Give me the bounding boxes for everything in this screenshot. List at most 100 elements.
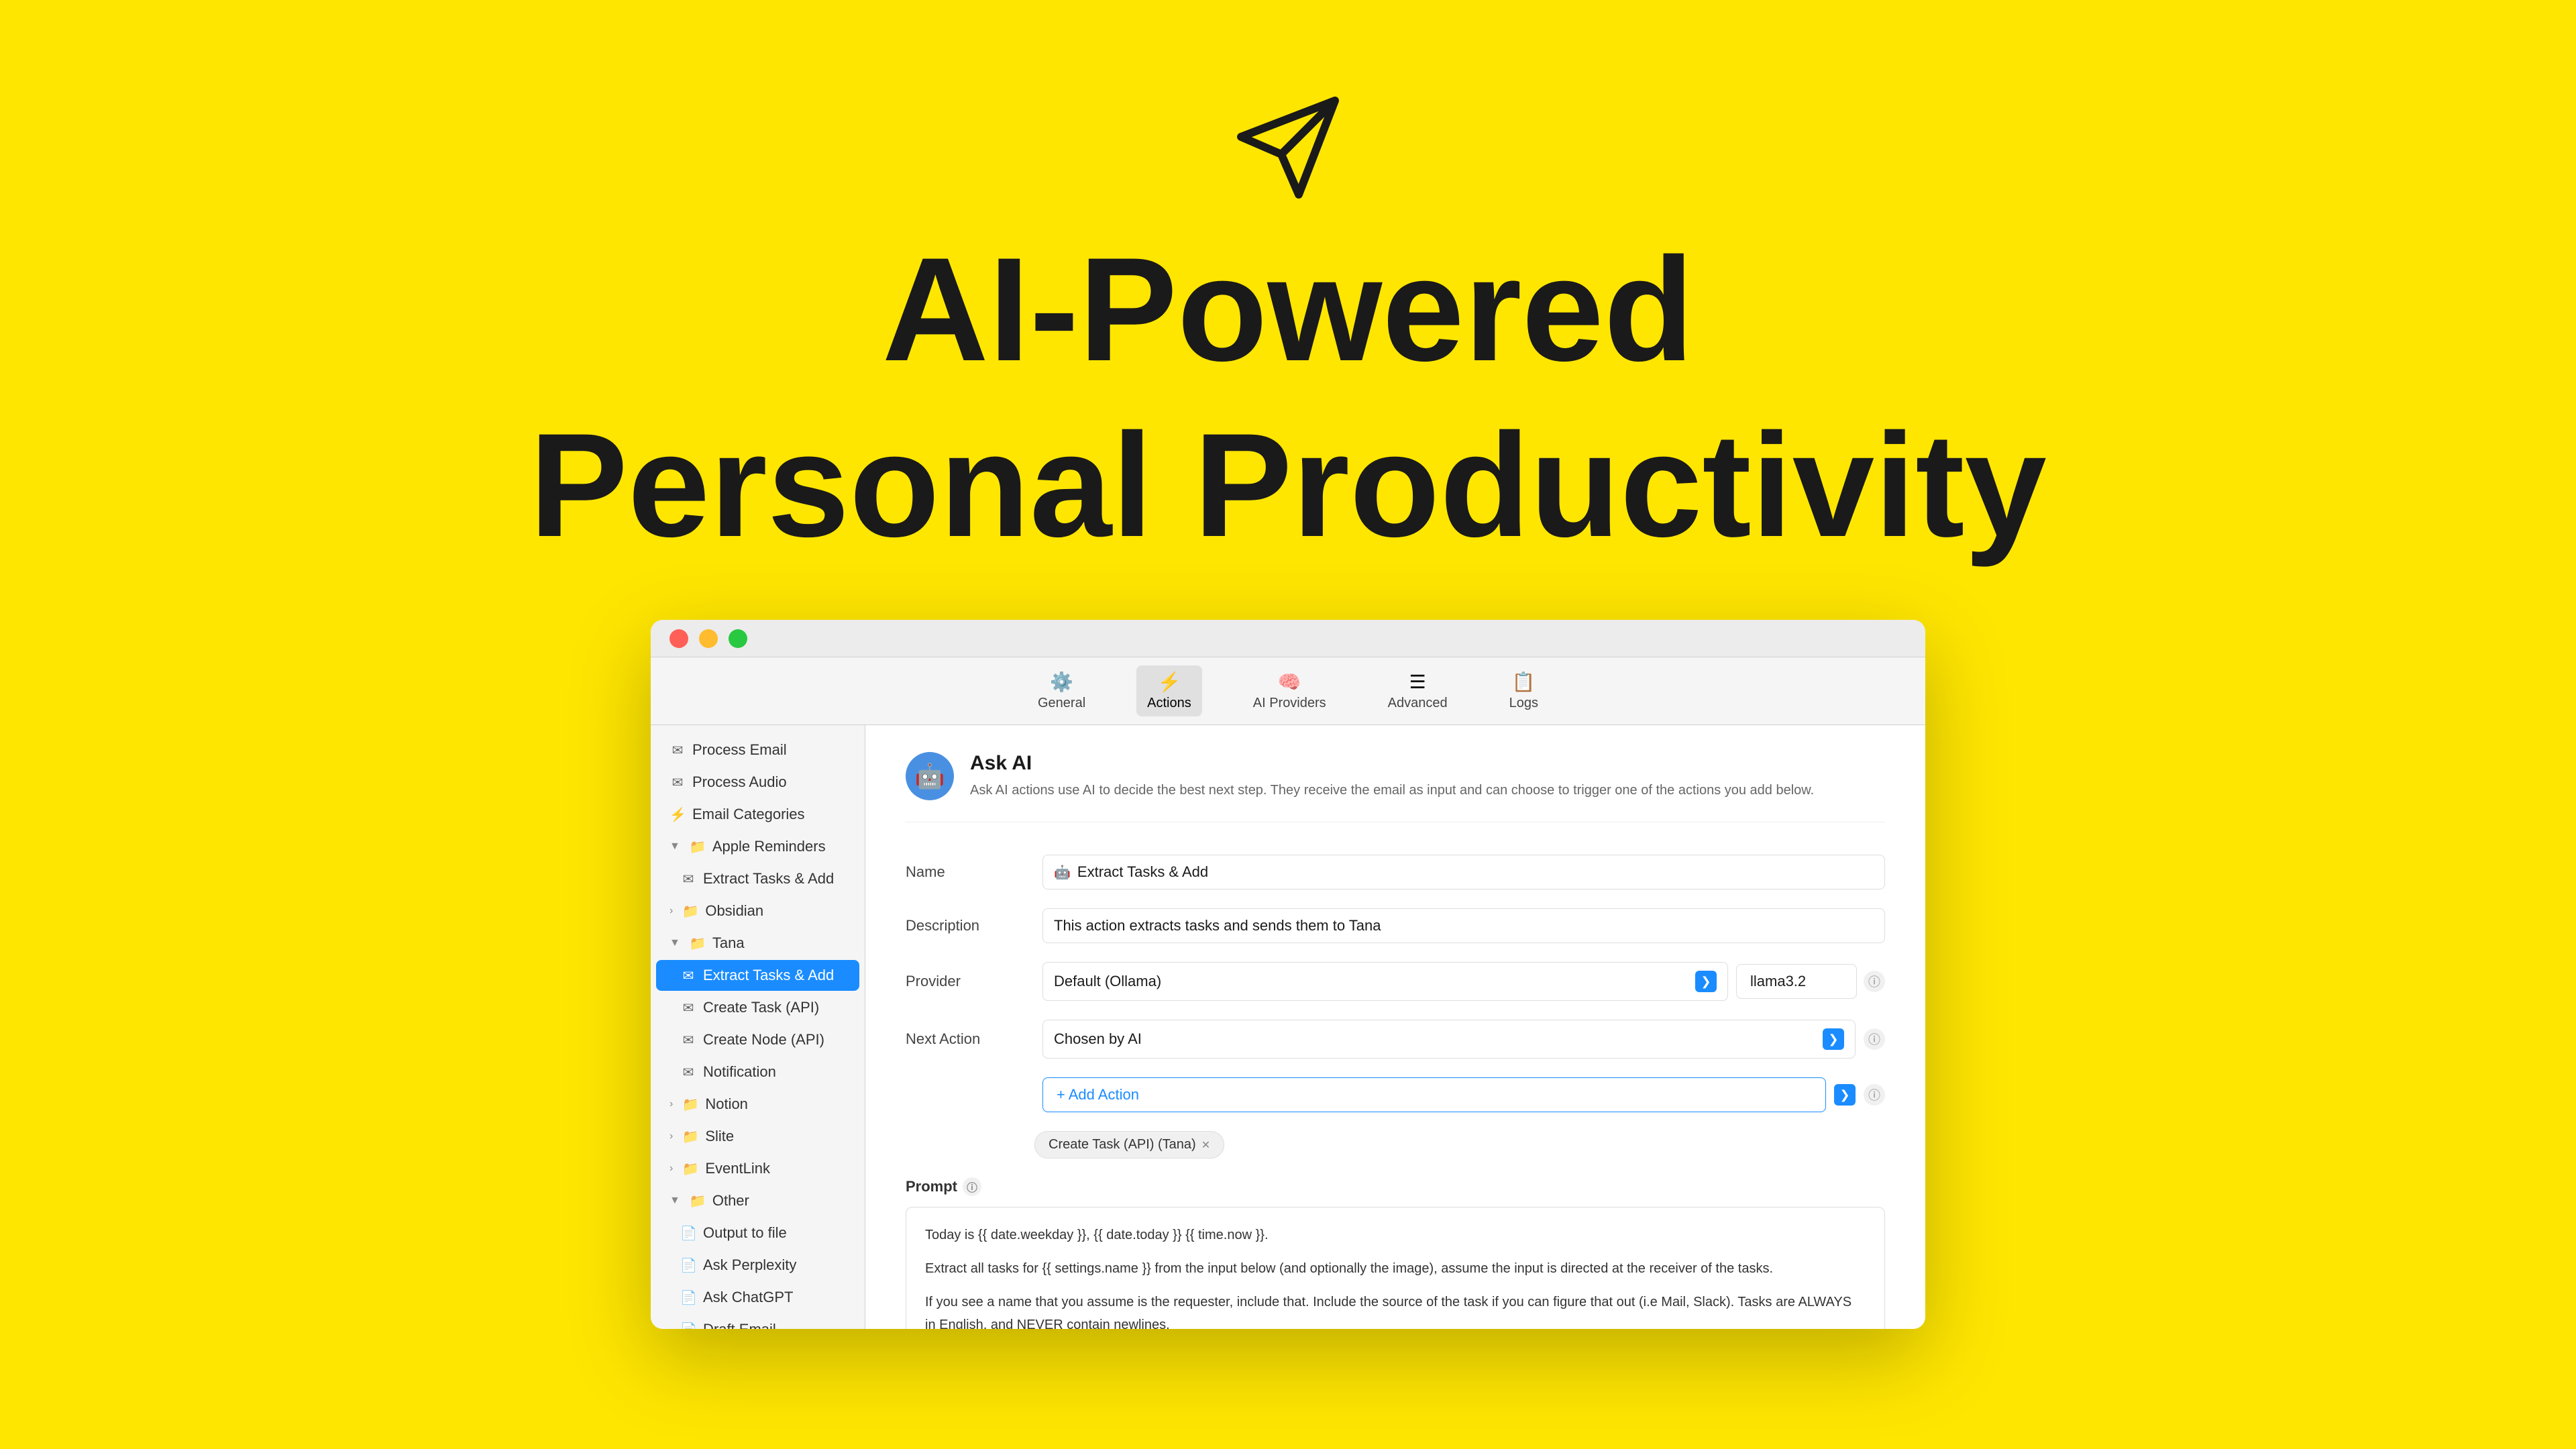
- sidebar-item-output-to-file[interactable]: 📄 Output to file: [656, 1218, 859, 1248]
- next-action-label: Next Action: [906, 1030, 1026, 1048]
- tab-actions-label: Actions: [1147, 696, 1191, 711]
- sidebar-item-create-node-api-label: Create Node (API): [703, 1031, 824, 1049]
- general-icon: ⚙️: [1050, 671, 1073, 693]
- sidebar-item-eventlink[interactable]: › 📁 EventLink: [656, 1153, 859, 1184]
- advanced-icon: ☰: [1409, 671, 1426, 693]
- tab-advanced[interactable]: ☰ Advanced: [1377, 665, 1458, 716]
- next-action-select-button[interactable]: ❯: [1823, 1028, 1844, 1050]
- sidebar-item-create-node-api[interactable]: ✉ Create Node (API): [656, 1024, 859, 1055]
- sidebar-item-ask-perplexity-label: Ask Perplexity: [703, 1256, 796, 1274]
- hero-icon: [1221, 80, 1355, 215]
- sidebar-item-slite-label: Slite: [705, 1128, 734, 1145]
- sidebar-item-other[interactable]: ▼ 📁 Other: [656, 1185, 859, 1216]
- tab-actions[interactable]: ⚡ Actions: [1136, 665, 1202, 716]
- provider-info-icon[interactable]: ⓘ: [1864, 971, 1885, 992]
- add-action-label: + Add Action: [1057, 1086, 1139, 1104]
- add-action-info-icon[interactable]: ⓘ: [1864, 1084, 1885, 1106]
- sidebar-item-notification[interactable]: ✉ Notification: [656, 1057, 859, 1087]
- create-task-api-icon: ✉: [680, 1000, 696, 1016]
- traffic-light-red[interactable]: [669, 629, 688, 648]
- sidebar-item-notification-label: Notification: [703, 1063, 776, 1081]
- obsidian-toggle[interactable]: ›: [669, 905, 673, 917]
- name-value: Extract Tasks & Add: [1077, 863, 1208, 881]
- next-action-select[interactable]: Chosen by AI ❯: [1042, 1020, 1856, 1059]
- prompt-line-2: Extract all tasks for {{ settings.name }…: [925, 1257, 1866, 1280]
- provider-value: Default (Ollama): [1054, 973, 1161, 990]
- actions-icon: ⚡: [1158, 671, 1181, 693]
- sidebar-item-apple-reminders[interactable]: ▼ 📁 Apple Reminders: [656, 831, 859, 862]
- provider-select-row: Default (Ollama) ❯ llama3.2 ⓘ: [1042, 962, 1885, 1001]
- sidebar-item-notion[interactable]: › 📁 Notion: [656, 1089, 859, 1120]
- sidebar-item-extract-tasks-tana[interactable]: ✉ Extract Tasks & Add: [656, 960, 859, 991]
- sidebar-item-tana-label: Tana: [712, 934, 745, 952]
- sidebar-item-create-task-api[interactable]: ✉ Create Task (API): [656, 992, 859, 1023]
- sidebar-item-draft-email[interactable]: 📄 Draft Email: [656, 1314, 859, 1329]
- form-row-add-action: + Add Action ❯ ⓘ: [906, 1077, 1885, 1112]
- other-toggle[interactable]: ▼: [669, 1195, 680, 1207]
- slite-toggle[interactable]: ›: [669, 1130, 673, 1142]
- sidebar-item-email-categories[interactable]: ⚡ Email Categories: [656, 799, 859, 830]
- ask-ai-header: 🤖 Ask AI Ask AI actions use AI to decide…: [906, 752, 1885, 822]
- name-input[interactable]: 🤖 Extract Tasks & Add: [1042, 855, 1885, 890]
- sidebar-item-ask-chatgpt-label: Ask ChatGPT: [703, 1289, 793, 1306]
- tab-ai-providers-label: AI Providers: [1253, 696, 1326, 711]
- sidebar-item-extract-tasks-reminders[interactable]: ✉ Extract Tasks & Add: [656, 863, 859, 894]
- sidebar-item-process-email[interactable]: ✉ Process Email: [656, 735, 859, 765]
- add-action-button[interactable]: + Add Action: [1042, 1077, 1826, 1112]
- logs-icon: 📋: [1512, 671, 1536, 693]
- main-area: ✉ Process Email ✉ Process Audio ⚡ Email …: [651, 725, 1925, 1329]
- extract-tasks-tana-icon: ✉: [680, 967, 696, 984]
- sidebar-item-obsidian[interactable]: › 📁 Obsidian: [656, 896, 859, 926]
- toolbar: ⚙️ General ⚡ Actions 🧠 AI Providers ☰ Ad…: [651, 657, 1925, 725]
- apple-reminders-icon: 📁: [690, 839, 706, 855]
- process-audio-icon: ✉: [669, 774, 686, 791]
- eventlink-icon: 📁: [682, 1161, 698, 1177]
- ask-ai-info: Ask AI Ask AI actions use AI to decide t…: [970, 752, 1814, 800]
- hero-title-line2: Personal Productivity: [529, 404, 2047, 566]
- tab-general-label: General: [1038, 696, 1085, 711]
- sidebar-item-extract-tasks-tana-label: Extract Tasks & Add: [703, 967, 834, 984]
- next-action-info-icon[interactable]: ⓘ: [1864, 1028, 1885, 1050]
- tab-general[interactable]: ⚙️ General: [1027, 665, 1096, 716]
- sidebar-item-process-audio[interactable]: ✉ Process Audio: [656, 767, 859, 798]
- ask-chatgpt-icon: 📄: [680, 1289, 696, 1306]
- form-row-description: Description This action extracts tasks a…: [906, 908, 1885, 943]
- eventlink-toggle[interactable]: ›: [669, 1163, 673, 1175]
- sidebar-item-notion-label: Notion: [705, 1095, 748, 1113]
- description-value: This action extracts tasks and sends the…: [1054, 917, 1381, 934]
- prompt-info-icon[interactable]: ⓘ: [963, 1177, 981, 1196]
- tana-icon: 📁: [690, 935, 706, 952]
- create-task-tag[interactable]: Create Task (API) (Tana) ✕: [1034, 1131, 1224, 1159]
- tana-toggle[interactable]: ▼: [669, 937, 680, 949]
- sidebar-item-other-label: Other: [712, 1192, 749, 1210]
- provider-select-button[interactable]: ❯: [1695, 971, 1717, 992]
- provider-select[interactable]: Default (Ollama) ❯: [1042, 962, 1728, 1001]
- sidebar-item-extract-tasks-reminders-label: Extract Tasks & Add: [703, 870, 834, 888]
- form-row-next-action: Next Action Chosen by AI ❯ ⓘ: [906, 1020, 1885, 1059]
- provider-model[interactable]: llama3.2: [1736, 964, 1857, 999]
- tab-ai-providers[interactable]: 🧠 AI Providers: [1242, 665, 1337, 716]
- description-input[interactable]: This action extracts tasks and sends the…: [1042, 908, 1885, 943]
- sidebar-item-ask-chatgpt[interactable]: 📄 Ask ChatGPT: [656, 1282, 859, 1313]
- prompt-line-3: If you see a name that you assume is the…: [925, 1291, 1866, 1329]
- add-action-row-container: + Add Action ❯ ⓘ: [1042, 1077, 1885, 1112]
- apple-reminders-toggle[interactable]: ▼: [669, 841, 680, 853]
- traffic-light-green[interactable]: [729, 629, 747, 648]
- tab-logs[interactable]: 📋 Logs: [1499, 665, 1549, 716]
- next-action-select-row: Chosen by AI ❯ ⓘ: [1042, 1020, 1885, 1059]
- notion-toggle[interactable]: ›: [669, 1098, 673, 1110]
- prompt-line-1: Today is {{ date.weekday }}, {{ date.tod…: [925, 1224, 1866, 1246]
- ask-ai-avatar: 🤖: [906, 752, 954, 800]
- email-categories-icon: ⚡: [669, 806, 686, 823]
- extract-tasks-reminders-icon: ✉: [680, 871, 696, 888]
- create-task-tag-remove[interactable]: ✕: [1201, 1138, 1210, 1152]
- traffic-light-yellow[interactable]: [699, 629, 718, 648]
- add-action-select-button[interactable]: ❯: [1834, 1084, 1856, 1106]
- ask-ai-description: Ask AI actions use AI to decide the best…: [970, 780, 1814, 800]
- prompt-box[interactable]: Today is {{ date.weekday }}, {{ date.tod…: [906, 1207, 1885, 1329]
- sidebar-item-ask-perplexity[interactable]: 📄 Ask Perplexity: [656, 1250, 859, 1281]
- sidebar-item-tana[interactable]: ▼ 📁 Tana: [656, 928, 859, 959]
- ask-ai-title: Ask AI: [970, 752, 1814, 775]
- sidebar-item-process-email-label: Process Email: [692, 741, 787, 759]
- sidebar-item-slite[interactable]: › 📁 Slite: [656, 1121, 859, 1152]
